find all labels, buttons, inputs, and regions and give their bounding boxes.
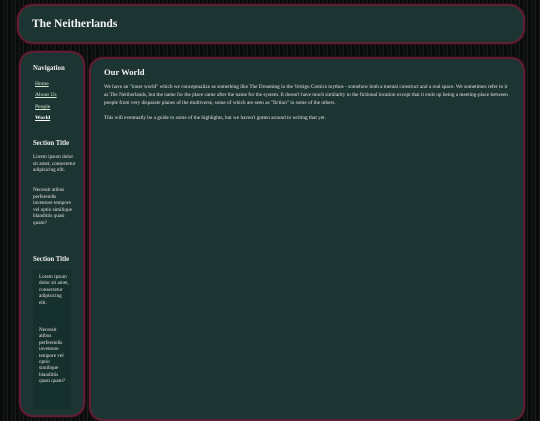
section-title: Section Title bbox=[33, 140, 70, 147]
content-paragraph: This will eventually be a guide to some … bbox=[104, 115, 326, 121]
site-title[interactable]: The Neitherlands bbox=[32, 18, 117, 30]
nav-item-about-us[interactable]: About Us bbox=[35, 90, 57, 101]
nav-link-home[interactable]: Home bbox=[35, 81, 49, 87]
nav-link-world[interactable]: World bbox=[35, 115, 50, 121]
nav-heading: Navigation bbox=[33, 65, 65, 72]
section-box: Lorem ipsum dolor sit amet, consectetur … bbox=[33, 270, 71, 410]
page-heading: Our World bbox=[104, 67, 145, 77]
section-paragraph: Necessit atibus perferendis inventore te… bbox=[33, 187, 72, 226]
nav-item-people[interactable]: People bbox=[35, 102, 57, 113]
nav-menu: Home About Us People World bbox=[35, 79, 57, 125]
nav-item-world[interactable]: World bbox=[35, 113, 57, 124]
nav-link-about-us[interactable]: About Us bbox=[35, 92, 57, 98]
nav-link-people[interactable]: People bbox=[35, 104, 50, 110]
section-paragraph: Lorem ipsum dolor sit amet, consectetur … bbox=[33, 154, 76, 173]
section-title: Section Title bbox=[33, 256, 70, 263]
content-paragraph: We have an "inner world" which we concep… bbox=[104, 84, 508, 107]
main-content: Our World We have an "inner world" which… bbox=[89, 57, 525, 421]
nav-item-home[interactable]: Home bbox=[35, 79, 57, 90]
section-paragraph: Necessit atibus perferendis inventore te… bbox=[39, 327, 66, 385]
sidebar: Navigation Home About Us People World Se… bbox=[19, 51, 85, 417]
site-header: The Neitherlands bbox=[17, 4, 525, 44]
section-paragraph: Lorem ipsum dolor sit amet, consectetur … bbox=[39, 274, 69, 306]
